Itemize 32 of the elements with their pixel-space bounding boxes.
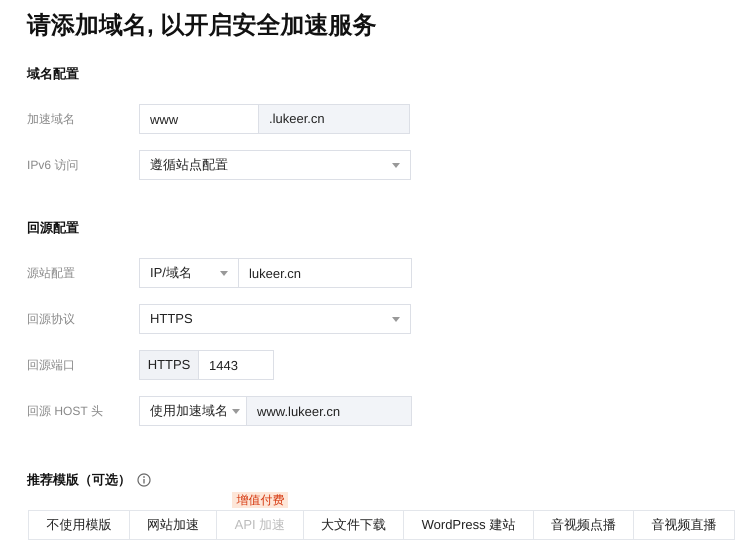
select-dropdown[interactable]: IP/域名 bbox=[139, 258, 239, 288]
port-field[interactable]: 1443 bbox=[199, 350, 274, 380]
field-label: 回源端口 bbox=[27, 357, 76, 374]
template-option[interactable]: WordPress 建站 bbox=[404, 510, 534, 540]
field-label: 源站配置 bbox=[27, 265, 76, 282]
caret-icon bbox=[220, 270, 228, 276]
caret-icon bbox=[232, 408, 240, 414]
paid-badge: 增值付费 bbox=[232, 492, 288, 508]
page-title: 请添加域名, 以开启安全加速服务 bbox=[27, 11, 378, 41]
section-heading: 域名配置 bbox=[27, 65, 80, 83]
section-heading: 回源配置 bbox=[27, 219, 80, 237]
input-field[interactable]: lukeer.cn bbox=[239, 258, 412, 288]
caret-icon bbox=[392, 316, 400, 322]
template-option[interactable]: 音视频点播 bbox=[534, 510, 634, 540]
field-label: 加速域名 bbox=[27, 111, 76, 128]
input-field[interactable]: www.lukeer.cn bbox=[247, 396, 412, 426]
caret-icon bbox=[392, 162, 400, 168]
select-dropdown[interactable]: 使用加速域名 bbox=[139, 396, 247, 426]
template-option[interactable]: 不使用模版 bbox=[28, 510, 130, 540]
select-dropdown[interactable]: 遵循站点配置 bbox=[139, 150, 411, 180]
select-dropdown[interactable]: HTTPS bbox=[139, 304, 411, 334]
field-label: IPv6 访问 bbox=[27, 157, 80, 174]
template-option[interactable]: 大文件下载 bbox=[304, 510, 404, 540]
domain-prefix-field[interactable]: www bbox=[139, 104, 259, 134]
domain-suffix: .lukeer.cn bbox=[259, 104, 410, 134]
field-label: 回源协议 bbox=[27, 311, 76, 328]
info-icon[interactable] bbox=[137, 473, 151, 487]
field-label: 回源 HOST 头 bbox=[27, 403, 104, 420]
protocol-addon: HTTPS bbox=[139, 350, 199, 380]
section-heading: 推荐模版（可选） bbox=[27, 471, 131, 489]
template-option[interactable]: 音视频直播 bbox=[634, 510, 735, 540]
template-option[interactable]: 网站加速 bbox=[130, 510, 218, 540]
